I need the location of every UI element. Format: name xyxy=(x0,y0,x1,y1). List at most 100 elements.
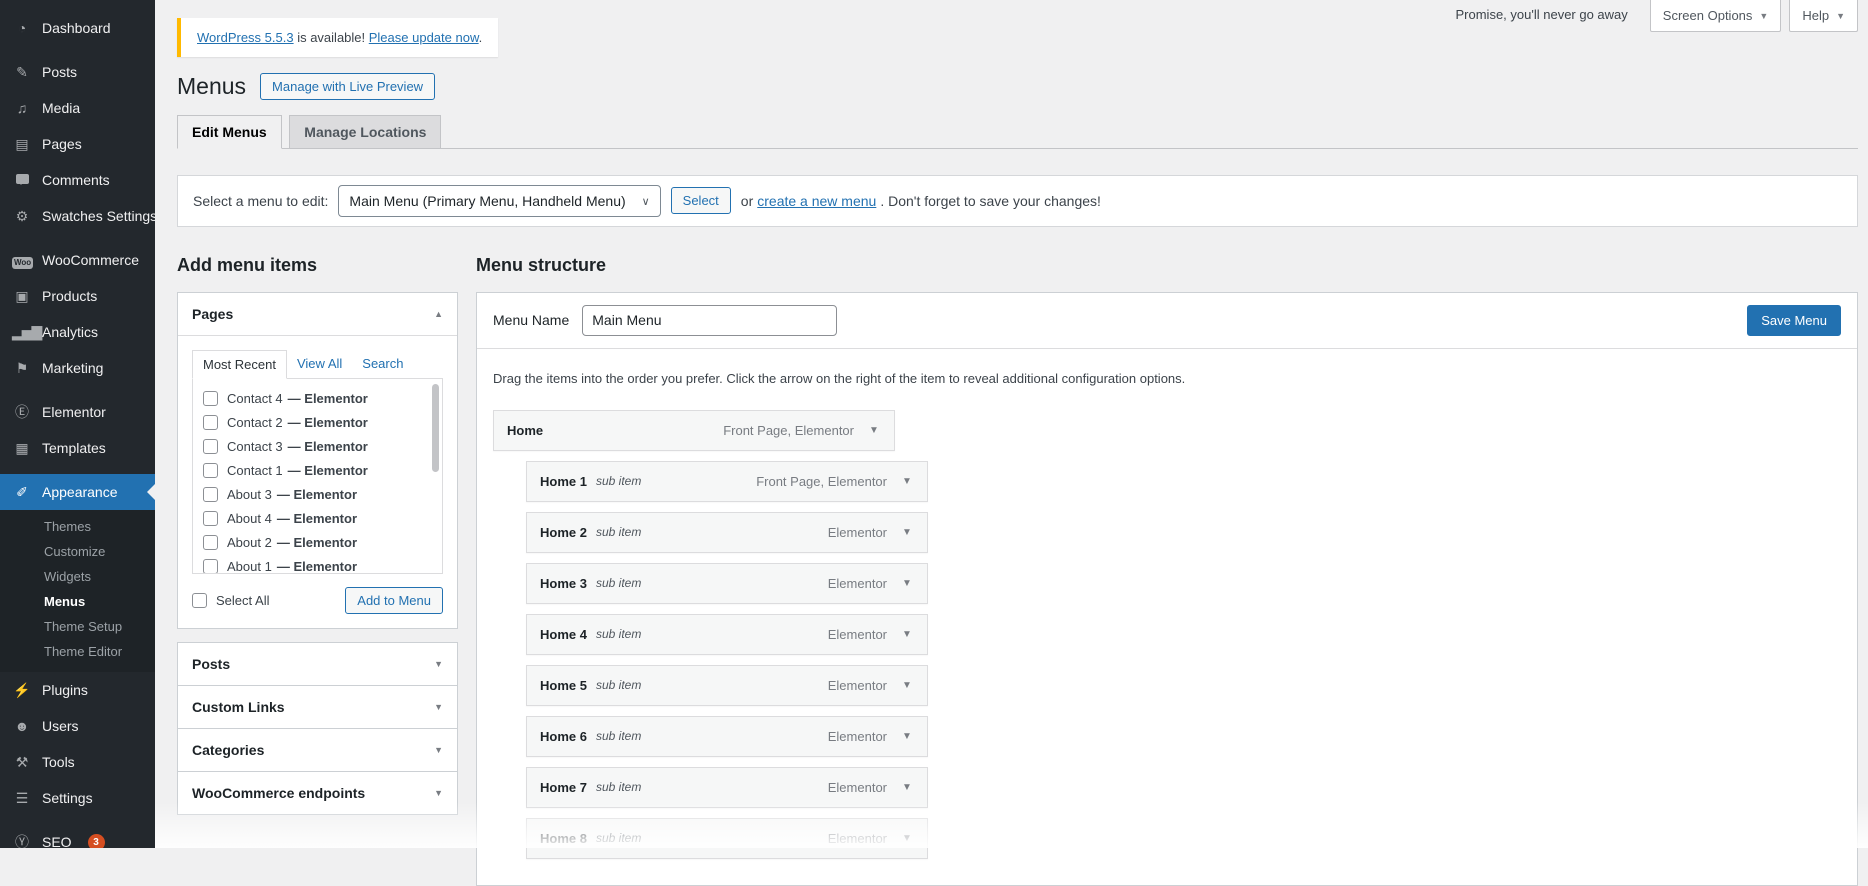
page-checkbox-row[interactable]: Contact 2— Elementor xyxy=(203,411,442,435)
sidebar-item-plugins[interactable]: ⚡Plugins xyxy=(0,672,155,708)
sidebar-item-woocommerce[interactable]: WooWooCommerce xyxy=(0,242,155,278)
woocommerce-icon: Woo xyxy=(12,251,32,269)
tab-most-recent[interactable]: Most Recent xyxy=(192,350,287,379)
sidebar-item-marketing[interactable]: ⚑Marketing xyxy=(0,350,155,386)
accordion-woocommerce-endpoints[interactable]: WooCommerce endpoints▼ xyxy=(177,771,458,815)
menu-item-name: Home 8 xyxy=(540,831,587,846)
sidebar-item-dashboard[interactable]: ◔Dashboard xyxy=(0,10,155,46)
accordion-posts[interactable]: Posts▼ xyxy=(177,642,458,686)
chevron-down-icon[interactable]: ▼ xyxy=(887,578,927,589)
pages-accordion-header[interactable]: Pages ▲ xyxy=(178,293,457,336)
page-checkbox[interactable] xyxy=(203,487,218,502)
select-all-label: Select All xyxy=(216,593,269,608)
sidebar-item-settings[interactable]: ☰Settings xyxy=(0,780,155,816)
sidebar-item-tools[interactable]: ⚒Tools xyxy=(0,744,155,780)
menu-item-bar-home-1[interactable]: Home 1sub itemFront Page, Elementor▼ xyxy=(526,461,928,502)
sidebar-item-users[interactable]: ☻Users xyxy=(0,708,155,744)
settings-icon: ☰ xyxy=(12,789,32,807)
submenu-item-theme-editor[interactable]: Theme Editor xyxy=(0,639,155,664)
chevron-down-icon[interactable]: ▼ xyxy=(887,476,927,487)
select-button[interactable]: Select xyxy=(671,187,731,214)
save-menu-button[interactable]: Save Menu xyxy=(1747,305,1841,336)
tab-manage-locations[interactable]: Manage Locations xyxy=(289,115,441,149)
page-checkbox-row[interactable]: About 1— Elementor xyxy=(203,555,442,574)
wordpress-version-link[interactable]: WordPress 5.5.3 xyxy=(197,30,294,45)
page-checkbox-row[interactable]: Contact 3— Elementor xyxy=(203,435,442,459)
page-title-text: Contact 3 xyxy=(227,439,283,454)
chevron-down-icon[interactable]: ▼ xyxy=(887,731,927,742)
tab-edit-menus[interactable]: Edit Menus xyxy=(177,115,282,149)
sidebar-item-seo[interactable]: ⓎSEO3 xyxy=(0,824,155,848)
woo-badge-shape: Woo xyxy=(12,257,33,269)
chevron-down-icon[interactable]: ▼ xyxy=(887,527,927,538)
sidebar-item-swatches-settings[interactable]: ⚙Swatches Settings xyxy=(0,198,155,234)
page-checkbox-row[interactable]: Contact 1— Elementor xyxy=(203,459,442,483)
page-checkbox-row[interactable]: About 2— Elementor xyxy=(203,531,442,555)
chevron-down-icon[interactable]: ▼ xyxy=(887,782,927,793)
page-checkbox-row[interactable]: About 4— Elementor xyxy=(203,507,442,531)
page-checkbox[interactable] xyxy=(203,535,218,550)
menu-item-bar-home-2[interactable]: Home 2sub itemElementor▼ xyxy=(526,512,928,553)
sidebar-item-label: Analytics xyxy=(42,323,98,341)
scrollbar-thumb[interactable] xyxy=(432,384,439,472)
sidebar-item-pages[interactable]: ▤Pages xyxy=(0,126,155,162)
sidebar-item-comments[interactable]: Comments xyxy=(0,162,155,198)
accordion-custom-links[interactable]: Custom Links▼ xyxy=(177,685,458,729)
page-checkbox[interactable] xyxy=(203,511,218,526)
sub-item-label: sub item xyxy=(596,576,641,590)
page-checkbox[interactable] xyxy=(203,559,218,574)
media-icon: ♫ xyxy=(12,99,32,117)
page-title-text: About 1 xyxy=(227,559,272,574)
menu-structure-panel: Menu Name Save Menu Drag the items into … xyxy=(476,292,1858,886)
accordion-categories[interactable]: Categories▼ xyxy=(177,728,458,772)
page-checkbox-row[interactable]: About 3— Elementor xyxy=(203,483,442,507)
menu-item-bar-home-8[interactable]: Home 8sub itemElementor▼ xyxy=(526,818,928,859)
page-checkbox[interactable] xyxy=(203,463,218,478)
submenu-item-customize[interactable]: Customize xyxy=(0,539,155,564)
submenu-item-theme-setup[interactable]: Theme Setup xyxy=(0,614,155,639)
screen-options-button[interactable]: Screen Options ▼ xyxy=(1650,0,1782,32)
menu-item-bar-home-6[interactable]: Home 6sub itemElementor▼ xyxy=(526,716,928,757)
sidebar-item-appearance[interactable]: ✐Appearance xyxy=(0,474,155,510)
menu-item-bar-home-7[interactable]: Home 7sub itemElementor▼ xyxy=(526,767,928,808)
update-now-link[interactable]: Please update now xyxy=(369,30,479,45)
submenu-item-menus[interactable]: Menus xyxy=(0,589,155,614)
page-checkbox[interactable] xyxy=(203,391,218,406)
page-title-text: Contact 4 xyxy=(227,391,283,406)
tab-view-all[interactable]: View All xyxy=(287,350,352,377)
chevron-down-icon[interactable]: ▼ xyxy=(887,629,927,640)
chevron-down-icon: ∨ xyxy=(642,193,650,211)
page-checkbox-row[interactable]: Contact 4— Elementor xyxy=(203,387,442,411)
sidebar-item-elementor[interactable]: ⒺElementor xyxy=(0,394,155,430)
main-columns: Add menu items Pages ▲ Most Recent View … xyxy=(177,255,1858,886)
chevron-down-icon: ▼ xyxy=(434,788,443,798)
page-checkbox[interactable] xyxy=(203,415,218,430)
sidebar-item-templates[interactable]: ▦Templates xyxy=(0,430,155,466)
menu-item-bar-home-4[interactable]: Home 4sub itemElementor▼ xyxy=(526,614,928,655)
page-checkbox[interactable] xyxy=(203,439,218,454)
submenu-item-widgets[interactable]: Widgets xyxy=(0,564,155,589)
users-icon: ☻ xyxy=(12,717,32,735)
select-all-checkbox[interactable] xyxy=(192,593,207,608)
tab-search[interactable]: Search xyxy=(352,350,413,377)
live-preview-button[interactable]: Manage with Live Preview xyxy=(260,73,435,100)
help-button[interactable]: Help ▼ xyxy=(1789,0,1858,32)
menu-item-name: Home 3 xyxy=(540,576,587,591)
menu-select-dropdown[interactable]: Main Menu (Primary Menu, Handheld Menu) … xyxy=(338,185,660,217)
menu-item-bar-home[interactable]: HomeFront Page, Elementor▼ xyxy=(493,410,895,451)
add-to-menu-button[interactable]: Add to Menu xyxy=(345,587,443,614)
menu-item-bar-home-5[interactable]: Home 5sub itemElementor▼ xyxy=(526,665,928,706)
menu-item-bar-home-3[interactable]: Home 3sub itemElementor▼ xyxy=(526,563,928,604)
chevron-down-icon[interactable]: ▼ xyxy=(887,833,927,844)
menu-name-input[interactable] xyxy=(582,305,837,336)
sidebar-item-products[interactable]: ▣Products xyxy=(0,278,155,314)
sidebar-item-label: Marketing xyxy=(42,359,103,377)
sidebar-item-media[interactable]: ♫Media xyxy=(0,90,155,126)
sidebar-item-analytics[interactable]: ▂▅▇Analytics xyxy=(0,314,155,350)
create-new-menu-link[interactable]: create a new menu xyxy=(757,193,876,209)
notice-period: . xyxy=(479,30,483,45)
chevron-down-icon[interactable]: ▼ xyxy=(887,680,927,691)
chevron-down-icon[interactable]: ▼ xyxy=(854,425,894,436)
sidebar-item-posts[interactable]: ✎Posts xyxy=(0,54,155,90)
submenu-item-themes[interactable]: Themes xyxy=(0,514,155,539)
